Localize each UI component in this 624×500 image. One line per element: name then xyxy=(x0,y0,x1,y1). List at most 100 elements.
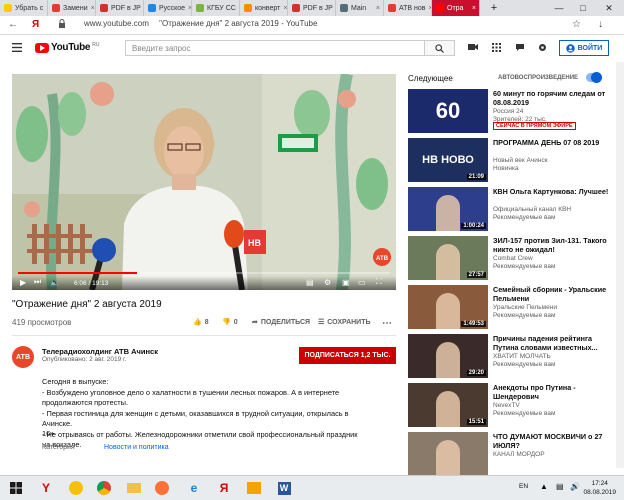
category-link[interactable]: Новости и политика xyxy=(104,444,169,451)
description-line: - Первая гостиница для женщин с детьми, … xyxy=(42,409,342,420)
video-thumbnail[interactable]: НВ НОВО21:09 xyxy=(408,138,488,182)
menu-icon[interactable] xyxy=(12,43,22,53)
video-thumbnail[interactable]: 1:49:53 xyxy=(408,285,488,329)
file-explorer-icon[interactable] xyxy=(124,479,144,497)
recommended-video[interactable]: 60 60 минут по горячим следам от 08.08.20… xyxy=(408,89,618,133)
chrome-icon[interactable] xyxy=(94,479,114,497)
volume-icon[interactable]: 🔈 xyxy=(50,278,60,287)
more-actions-icon[interactable]: ⋯ xyxy=(382,318,392,329)
recommended-video[interactable]: 27:57 ЗИЛ-157 против Зил-131. Такого никт… xyxy=(408,236,618,280)
recommended-title[interactable]: ЗИЛ-157 против Зил-131. Такого никто не … xyxy=(493,236,618,254)
network-icon[interactable]: ▤ xyxy=(556,482,564,491)
dislike-button[interactable]: 👎0 xyxy=(222,318,238,326)
browser-tab[interactable]: Отра× xyxy=(432,0,480,16)
bookmark-icon[interactable]: ☆ xyxy=(572,19,581,30)
scrollbar[interactable] xyxy=(616,62,624,468)
browser-tab[interactable]: Русское× xyxy=(144,0,192,16)
language-indicator[interactable]: EN xyxy=(519,483,528,490)
start-icon[interactable] xyxy=(6,479,26,497)
browser-tab[interactable]: конверт× xyxy=(240,0,288,16)
recommended-title[interactable]: Анекдоты про Путина - Шендерович xyxy=(493,383,618,401)
new-tab-button[interactable]: + xyxy=(483,0,505,16)
yandex-icon[interactable]: Я xyxy=(214,479,234,497)
sign-in-button[interactable]: ВОЙТИ xyxy=(559,40,609,56)
settings-icon[interactable] xyxy=(538,43,548,53)
browser-tab[interactable]: PDF в JP× xyxy=(288,0,336,16)
save-button[interactable]: ☰СОХРАНИТЬ xyxy=(318,318,371,326)
outlook-icon[interactable] xyxy=(244,479,264,497)
recommended-title[interactable]: Семейный сборник - Уральские Пельмени xyxy=(493,285,618,303)
tab-close-icon[interactable]: × xyxy=(283,5,287,12)
volume-tray-icon[interactable]: 🔊 xyxy=(570,482,580,491)
recommended-title[interactable]: Причины падения рейтинга Путина словами … xyxy=(493,334,618,352)
video-thumbnail[interactable]: 29:20 xyxy=(408,334,488,378)
channel-avatar[interactable]: АТВ xyxy=(12,346,34,368)
close-window-icon[interactable]: ✕ xyxy=(598,0,620,16)
play-icon[interactable]: ▶ xyxy=(20,278,26,287)
browser-tab[interactable]: Main× xyxy=(336,0,384,16)
like-button[interactable]: 👍8 xyxy=(193,318,209,326)
word-icon[interactable]: W xyxy=(274,479,294,497)
video-title: "Отражение дня" 2 августа 2019 xyxy=(12,299,162,310)
internet-explorer-icon[interactable]: e xyxy=(184,479,204,497)
firefox-icon[interactable] xyxy=(152,479,172,497)
share-button[interactable]: ➦ПОДЕЛИТЬСЯ xyxy=(252,318,310,326)
recommended-title[interactable]: ЧТО ДУМАЮТ МОСКВИЧИ о 27 ИЮЛЯ? xyxy=(493,432,618,450)
logo-text: YouTube xyxy=(51,42,90,53)
video-player[interactable]: НВ АТВ ▶ ⏭ 🔈 6:06 / 19:13 ▤ ⚙ ▣ ▭ ⛶ xyxy=(12,74,396,290)
settings-gear-icon[interactable]: ⚙ xyxy=(324,278,331,287)
browser-tab[interactable]: PDF в JP× xyxy=(96,0,144,16)
browser-tab[interactable]: Убрать с× xyxy=(0,0,48,16)
progress-bar[interactable] xyxy=(18,272,390,274)
clock[interactable]: 17:24 08.08.2019 xyxy=(583,479,616,497)
apps-grid-icon[interactable] xyxy=(492,43,502,53)
yandex-disk-icon[interactable] xyxy=(66,479,86,497)
search-input[interactable]: Введите запрос xyxy=(125,40,425,56)
theater-mode-icon[interactable]: ▭ xyxy=(358,278,366,287)
browser-tab[interactable]: КГБУ СС× xyxy=(192,0,240,16)
recommended-video[interactable]: 29:20 Причины падения рейтинга Путина сло… xyxy=(408,334,618,378)
download-icon[interactable]: ↓ xyxy=(598,19,603,30)
subscribe-button[interactable]: ПОДПИСАТЬСЯ 1,2 ТЫС. xyxy=(299,347,396,364)
search-button[interactable] xyxy=(425,40,455,56)
video-thumbnail[interactable]: 1:00:24 xyxy=(408,187,488,231)
messages-icon[interactable] xyxy=(515,43,525,53)
time-display: 6:06 / 19:13 xyxy=(74,280,108,287)
youtube-logo[interactable]: YouTube RU xyxy=(35,42,99,53)
recommended-video[interactable]: 15:51Анекдоты про Путина - ШендеровичNev… xyxy=(408,383,618,427)
notifications-icon[interactable]: ▲ xyxy=(540,482,548,491)
video-thumbnail[interactable]: 27:57 xyxy=(408,236,488,280)
video-thumbnail[interactable]: 60 xyxy=(408,89,488,133)
tab-close-icon[interactable]: × xyxy=(91,5,95,12)
tab-close-icon[interactable]: × xyxy=(472,5,476,12)
search-icon xyxy=(435,44,444,53)
recommended-video[interactable]: 1:49:53 Семейный сборник - Уральские Пель… xyxy=(408,285,618,329)
minimize-icon[interactable]: — xyxy=(548,0,570,16)
description-line: на вокзале. xyxy=(42,440,342,451)
youtube-header: YouTube RU Введите запрос ВОЙТИ xyxy=(0,35,624,61)
recommended-video[interactable]: НВ НОВО21:09ПРОГРАММА ДЕНЬ 07 08 2019Нов… xyxy=(408,138,618,182)
recommended-title[interactable]: 60 минут по горячим следам от 08.08.2019 xyxy=(493,89,618,107)
yandex-logo[interactable]: Я xyxy=(32,19,39,30)
channel-name[interactable]: Телерадиохолдинг АТВ Ачинск xyxy=(42,347,158,356)
back-icon[interactable]: ← xyxy=(8,19,18,30)
video-duration: 29:20 xyxy=(467,370,486,376)
recommended-title[interactable]: КВН Ольга Картункова: Лучшее! xyxy=(493,187,618,196)
url-field[interactable]: www.youtube.com "Отражение дня" 2 август… xyxy=(84,19,317,28)
recommended-video[interactable]: 1:00:24КВН Ольга Картункова: Лучшее!Офиц… xyxy=(408,187,618,231)
maximize-icon[interactable]: □ xyxy=(572,0,594,16)
video-thumbnail[interactable] xyxy=(408,432,488,476)
browser-tab[interactable]: Замени× xyxy=(48,0,96,16)
tab-close-icon[interactable]: × xyxy=(376,5,380,12)
video-thumbnail[interactable]: 15:51 xyxy=(408,383,488,427)
next-icon[interactable]: ⏭ xyxy=(34,277,41,287)
video-camera-icon[interactable] xyxy=(468,43,478,53)
recommended-title[interactable]: ПРОГРАММА ДЕНЬ 07 08 2019 xyxy=(493,138,618,147)
subtitles-icon[interactable]: ▤ xyxy=(306,278,314,287)
yandex-browser-icon[interactable]: Y xyxy=(36,479,56,497)
recommended-video[interactable]: ЧТО ДУМАЮТ МОСКВИЧИ о 27 ИЮЛЯ?КАНАЛ МОРД… xyxy=(408,432,618,476)
fullscreen-icon[interactable]: ⛶ xyxy=(376,277,382,287)
browser-tab[interactable]: АТВ нов× xyxy=(384,0,432,16)
autoplay-toggle[interactable] xyxy=(586,73,601,82)
miniplayer-icon[interactable]: ▣ xyxy=(342,278,350,287)
